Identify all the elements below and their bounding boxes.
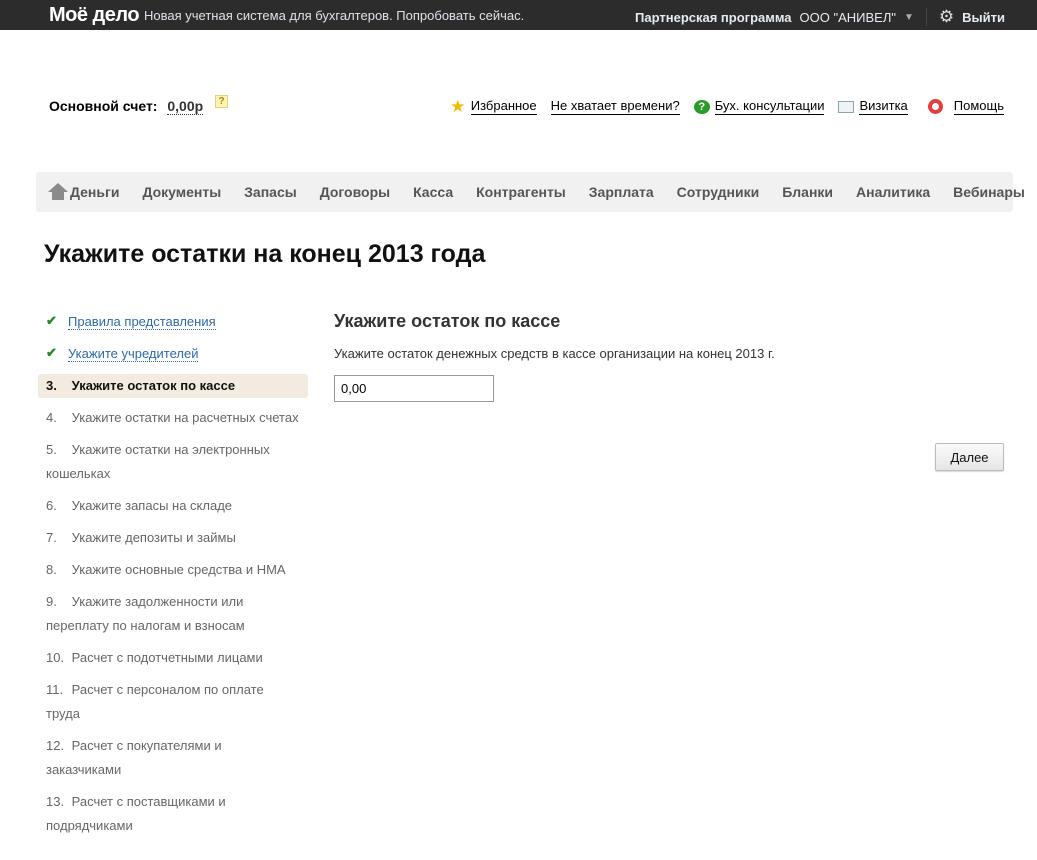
nav-salary[interactable]: Зарплата (589, 184, 654, 200)
step-number: 7. (46, 530, 57, 545)
step-label: Укажите остатки на электронных кошельках (46, 442, 270, 481)
step-item: 5. Укажите остатки на электронных кошель… (38, 438, 308, 486)
consult-icon: ? (693, 99, 710, 114)
step-item: 4. Укажите остатки на расчетных счетах (38, 406, 308, 430)
step-label: Укажите депозиты и займы (71, 530, 236, 545)
consultations-link[interactable]: Бух. консультации (714, 98, 825, 115)
quick-links: ★ Избранное Не хватает времени? ? Бух. кон… (450, 98, 1004, 115)
business-card-link[interactable]: Визитка (859, 98, 908, 115)
step-label: Укажите остаток по кассе (71, 378, 236, 393)
help-link[interactable]: Помощь (953, 98, 1004, 115)
step-number: 8. (46, 562, 57, 577)
page-title: Укажите остатки на конец 2013 года (44, 240, 486, 268)
divider (925, 8, 927, 26)
step-item: 8. Укажите основные средства и НМА (38, 558, 308, 582)
step-number: 13. (46, 794, 65, 809)
nav-documents[interactable]: Документы (142, 184, 221, 200)
step-number: 9. (46, 594, 57, 609)
nav-analytics[interactable]: Аналитика (856, 184, 930, 200)
main-nav: Деньги Документы Запасы Договоры Касса К… (36, 172, 1025, 212)
cash-balance-input[interactable] (334, 375, 494, 402)
step-label: Расчет с поставщиками и подрядчиками (46, 794, 226, 833)
step-label: Укажите основные средства и НМА (71, 562, 286, 577)
step-item: 11. Расчет с персоналом по оплате труда (38, 678, 308, 726)
step-item: 13. Расчет с поставщиками и подрядчиками (38, 790, 308, 838)
step-label: Укажите задолженности или переплату по н… (46, 594, 245, 633)
logout-link[interactable]: Выйти (962, 10, 1005, 25)
nav-employees[interactable]: Сотрудники (677, 184, 760, 200)
step-label: Расчет с покупателями и заказчиками (46, 738, 222, 777)
step-item: 10. Расчет с подотчетными лицами (38, 646, 308, 670)
partner-program-link[interactable]: Партнерская программа (635, 10, 792, 25)
nav-money[interactable]: Деньги (70, 184, 119, 200)
step-link[interactable]: Укажите учредителей (68, 346, 199, 362)
help-icon[interactable]: ? (215, 95, 229, 108)
next-button[interactable]: Далее (935, 443, 1004, 471)
nav-contracts[interactable]: Договоры (320, 184, 390, 200)
step-number: 5. (46, 442, 57, 457)
nav-stock[interactable]: Запасы (244, 184, 297, 200)
star-icon: ★ (450, 96, 466, 116)
step-item: 12. Расчет с покупателями и заказчиками (38, 734, 308, 782)
account-balance[interactable]: 0,00р (167, 98, 204, 115)
promo-link[interactable]: Новая учетная система для бухгалтеров. П… (144, 8, 524, 23)
favorites-link[interactable]: Избранное (470, 98, 537, 115)
chevron-down-icon[interactable]: ▼ (904, 12, 914, 23)
step-item: 6. Укажите запасы на складе (38, 494, 308, 518)
step-number: 10. (46, 650, 65, 665)
section-heading: Укажите остаток по кассе (334, 311, 561, 331)
step-item-current: 3. Укажите остаток по кассе (38, 374, 308, 398)
step-number: 4. (46, 410, 57, 425)
nav-forms[interactable]: Бланки (782, 184, 833, 200)
step-number: 12. (46, 738, 65, 753)
step-item[interactable]: ✔ Правила представления (38, 310, 308, 334)
step-content: Укажите остаток по кассе Укажите остаток… (334, 311, 775, 402)
account-label: Основной счет: (49, 98, 158, 114)
organization-selector[interactable]: ООО "АНИВЕЛ" (800, 10, 896, 25)
step-label: Укажите запасы на складе (71, 498, 233, 513)
step-item: 7. Укажите депозиты и займы (38, 526, 308, 550)
top-bar: Моё дело Новая учетная система для бухга… (0, 0, 1037, 30)
step-item[interactable]: ✔ Укажите учредителей (38, 342, 308, 366)
checkmark-icon: ✔ (46, 345, 57, 360)
step-label: Укажите остатки на расчетных счетах (71, 410, 299, 425)
gear-icon[interactable]: ⚙ (939, 7, 954, 27)
no-time-link[interactable]: Не хватает времени? (550, 98, 680, 115)
step-number: 3. (46, 378, 57, 393)
step-item: 9. Укажите задолженности или переплату п… (38, 590, 308, 638)
step-number: 11. (46, 682, 64, 697)
section-description: Укажите остаток денежных средств в кассе… (334, 346, 775, 361)
nav-cash[interactable]: Касса (413, 184, 453, 200)
nav-webinars[interactable]: Вебинары (953, 184, 1025, 200)
step-link[interactable]: Правила представления (68, 314, 216, 330)
logo[interactable]: Моё дело (49, 4, 140, 27)
step-label: Расчет с подотчетными лицами (71, 650, 263, 665)
steps-list: ✔ Правила представления ✔ Укажите учредите… (38, 310, 308, 846)
lifebuoy-icon (927, 99, 943, 114)
main-account: Основной счет: 0,00р ? (49, 95, 229, 115)
step-number: 6. (46, 498, 57, 513)
step-label: Расчет с персоналом по оплате труда (46, 682, 264, 721)
business-card-icon (838, 100, 855, 113)
nav-counterparties[interactable]: Контрагенты (476, 184, 566, 200)
checkmark-icon: ✔ (46, 313, 57, 328)
